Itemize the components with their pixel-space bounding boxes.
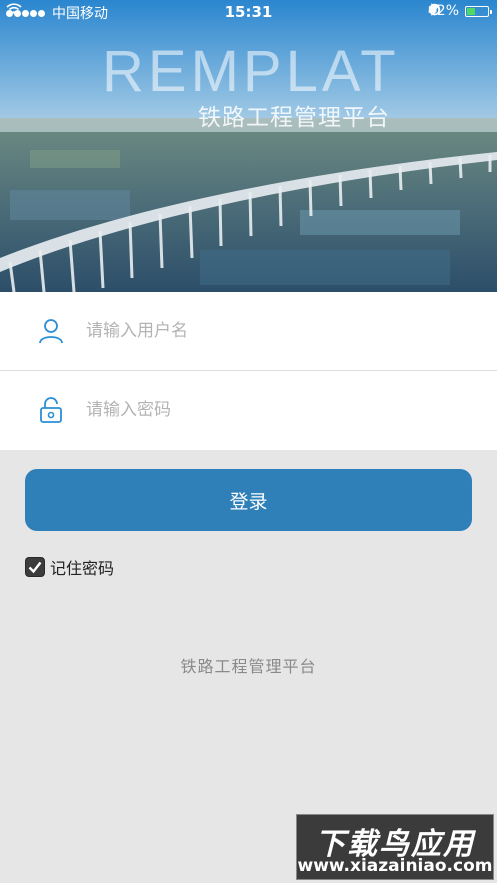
password-row xyxy=(0,371,497,449)
username-input[interactable] xyxy=(84,312,468,350)
user-icon xyxy=(39,319,63,344)
clock: 15:31 xyxy=(224,3,273,21)
brand-wordmark: REMPLAT xyxy=(102,39,400,104)
username-row xyxy=(0,292,497,371)
watermark-url: www.xiazainiao.com xyxy=(297,856,493,876)
password-input[interactable] xyxy=(84,391,468,429)
remember-label: 记住密码 xyxy=(50,559,115,578)
footer-title: 铁路工程管理平台 xyxy=(180,657,317,676)
remember-checkbox[interactable] xyxy=(25,557,45,577)
remember-password-option[interactable]: 记住密码 xyxy=(25,555,114,579)
login-button[interactable]: 登录 xyxy=(25,469,472,531)
watermark-logo: 下载鸟应用 www.xiazainiao.com xyxy=(296,814,494,880)
hero-banner: 中国移动 15:31 42% REMPLAT 铁路工程管理平台 xyxy=(0,0,497,292)
brand-subtitle: 铁路工程管理平台 xyxy=(198,105,390,131)
checkmark-icon xyxy=(28,561,42,574)
status-bar: 中国移动 15:31 42% xyxy=(0,0,497,24)
lock-icon xyxy=(40,397,62,423)
bluetooth-icon xyxy=(428,3,436,16)
login-form xyxy=(0,292,497,450)
battery-level xyxy=(467,7,475,15)
battery-icon xyxy=(465,5,492,17)
